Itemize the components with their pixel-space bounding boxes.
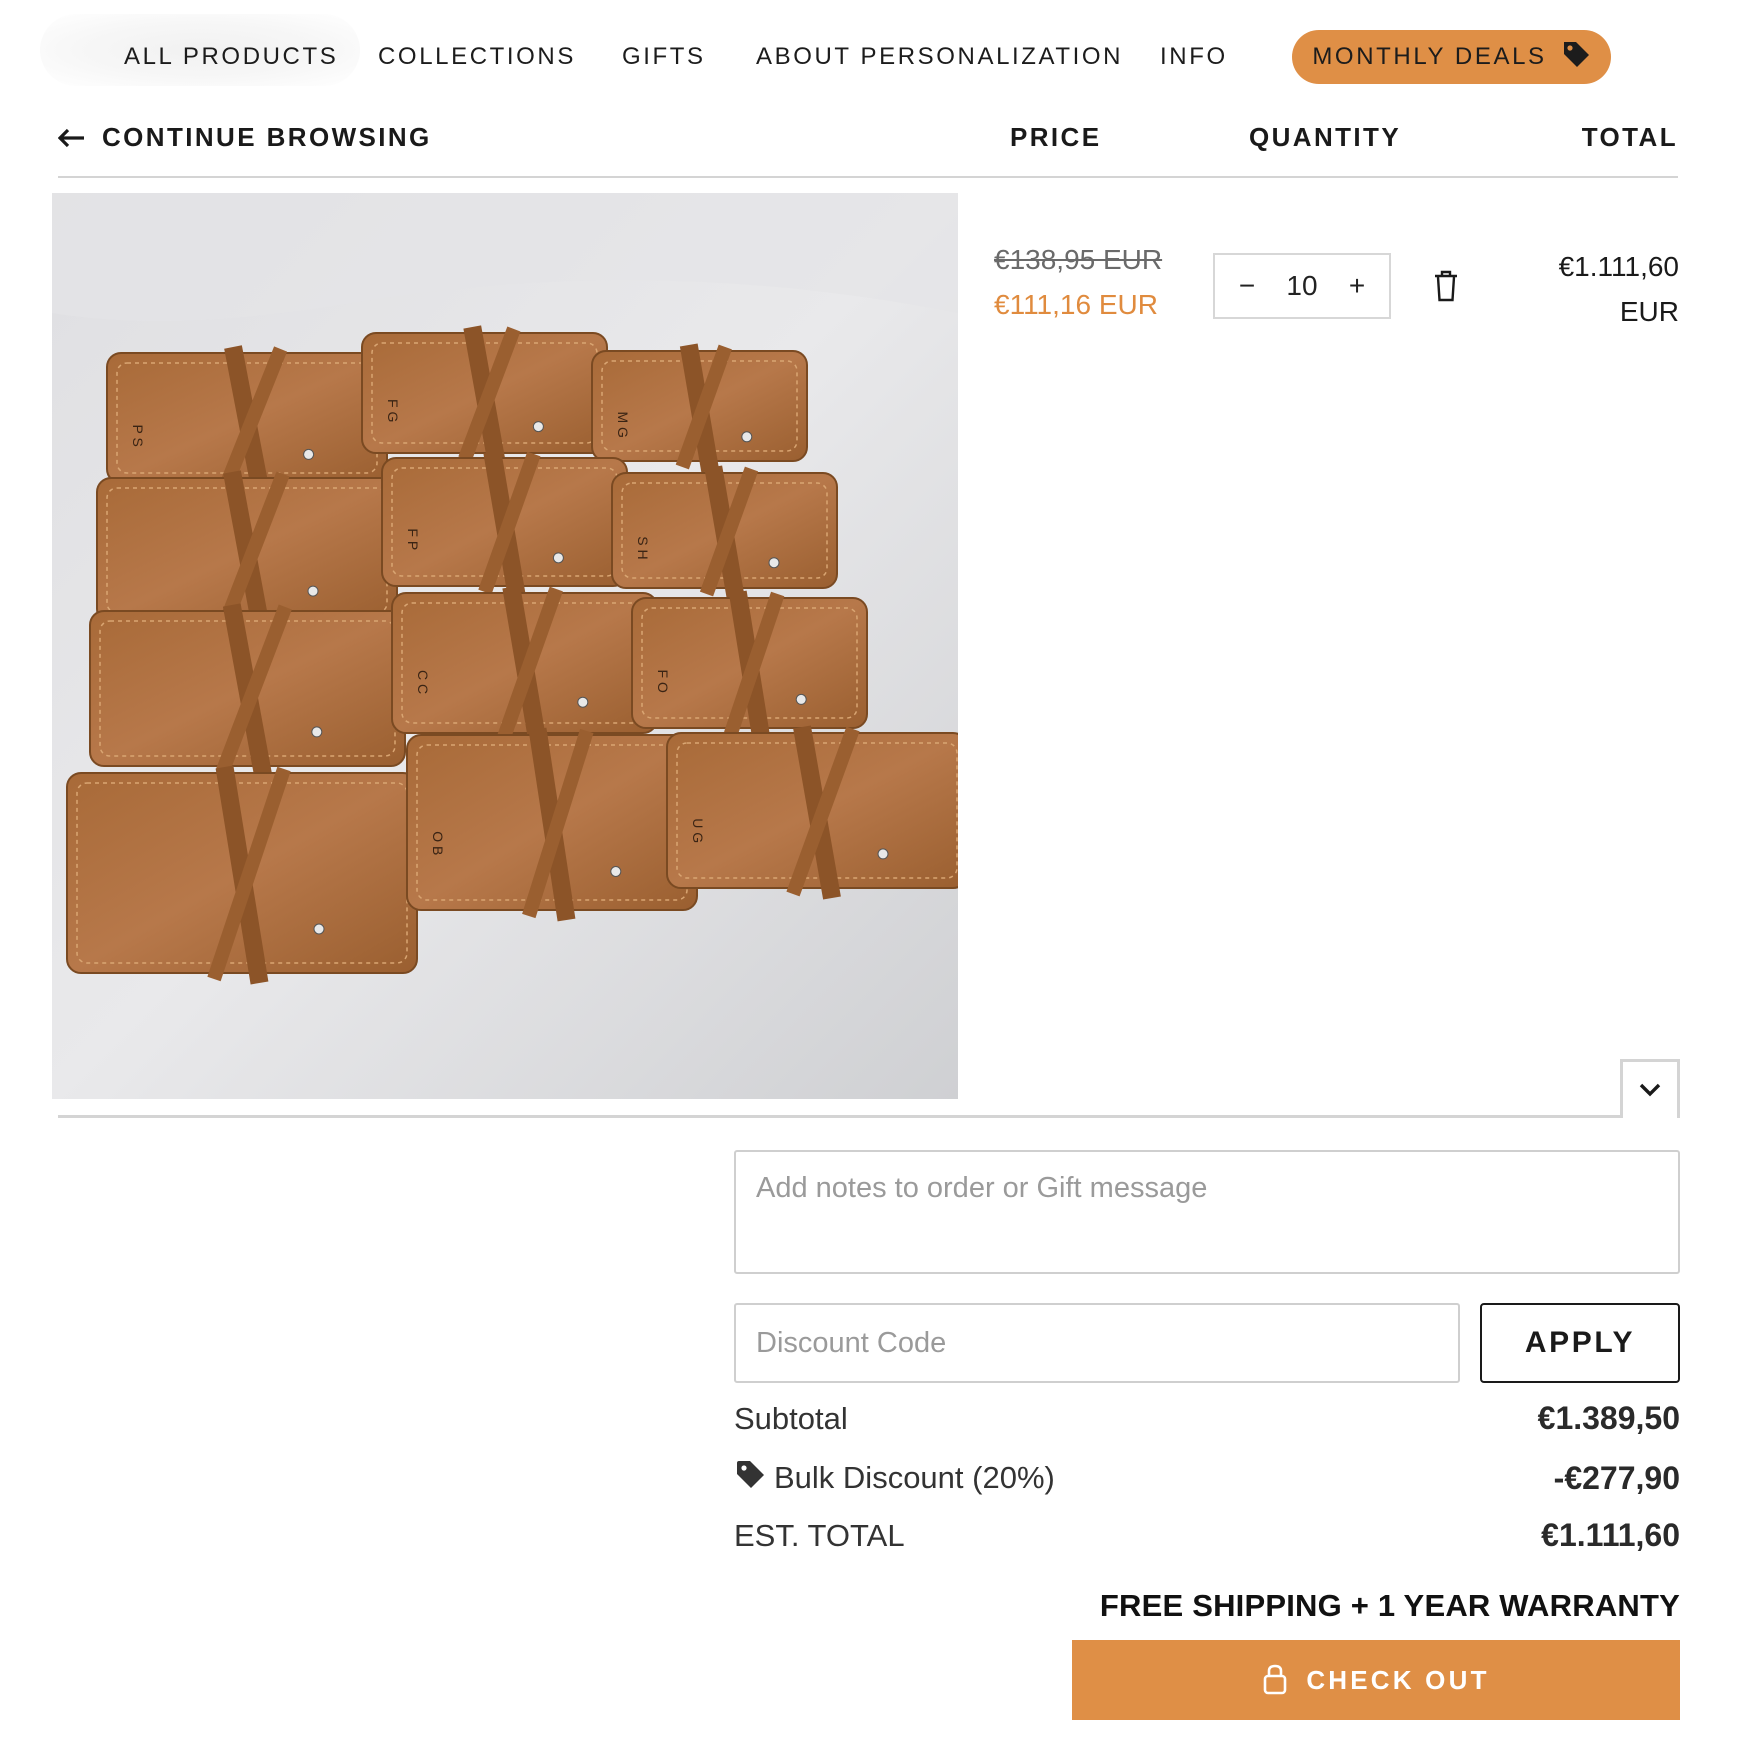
line-total-currency: EUR — [1619, 296, 1679, 327]
leather-pouch: U G — [666, 725, 958, 900]
product-image[interactable]: P S F G M G F P S H C C F O O B U G — [52, 193, 958, 1099]
lock-icon — [1262, 1663, 1288, 1698]
leather-pouch: P S — [106, 345, 388, 495]
total-column-header: TOTAL — [1581, 122, 1678, 152]
pouch-initials: U G — [690, 818, 706, 843]
subtotal-value: €1.389,50 — [1537, 1400, 1680, 1436]
price-column-header: PRICE — [1010, 122, 1102, 152]
apply-discount-button[interactable]: APPLY — [1480, 1303, 1680, 1383]
quantity-value[interactable]: 10 — [1286, 270, 1317, 302]
continue-browsing-link[interactable]: CONTINUE BROWSING — [57, 122, 432, 153]
checkout-label: CHECK OUT — [1306, 1664, 1490, 1695]
original-price: €138,95 EUR — [994, 244, 1163, 275]
subtotal-row: Subtotal €1.389,50 — [734, 1400, 1680, 1437]
leather-pouch — [66, 765, 418, 985]
pouch-initials: C C — [415, 670, 431, 694]
leather-pouch: M G — [591, 343, 808, 473]
chevron-down-icon[interactable] — [1620, 1059, 1680, 1118]
quantity-column-header: QUANTITY — [1249, 122, 1402, 152]
discount-row: Bulk Discount (20%) -€277,90 — [734, 1458, 1680, 1498]
pouch-initials: F P — [405, 528, 421, 550]
arrow-left-icon — [57, 128, 86, 148]
pouch-initials: O B — [430, 831, 446, 855]
pouch-initials: M G — [615, 412, 631, 438]
discount-code-input[interactable] — [734, 1303, 1460, 1383]
pouch-initials: P S — [130, 425, 146, 447]
leather-pouch: S H — [611, 465, 838, 600]
nav-item-about-personalization[interactable]: ABOUT PERSONALIZATION — [756, 43, 1123, 71]
discount-value: -€277,90 — [1553, 1459, 1680, 1496]
price-tag-icon — [1561, 39, 1591, 69]
estimated-total-row: EST. TOTAL €1.111,60 — [734, 1517, 1680, 1554]
shipping-note: FREE SHIPPING + 1 YEAR WARRANTY — [1099, 1588, 1680, 1623]
increase-quantity-button[interactable]: + — [1345, 270, 1369, 302]
leather-pouch: O B — [406, 727, 698, 922]
cart-header: CONTINUE BROWSING PRICE QUANTITY TOTAL — [57, 118, 1678, 178]
discount-label: Bulk Discount (20%) — [774, 1460, 1055, 1495]
checkout-button[interactable]: CHECK OUT — [1072, 1640, 1680, 1720]
pouch-initials: S H — [635, 536, 651, 559]
leather-pouch — [89, 603, 406, 778]
line-total-amount: €1.111,60 — [1558, 251, 1679, 282]
line-item-divider — [58, 1115, 1620, 1118]
nav-item-collections[interactable]: COLLECTIONS — [378, 43, 576, 71]
leather-pouch: F G — [361, 325, 608, 465]
leather-pouch: F O — [631, 590, 868, 740]
sale-price: €111,16 EUR — [994, 289, 1158, 320]
decrease-quantity-button[interactable]: − — [1235, 270, 1259, 302]
estimated-total-label: EST. TOTAL — [734, 1517, 905, 1553]
leather-pouch: C C — [391, 585, 658, 745]
monthly-deals-button[interactable]: MONTHLY DEALS — [1292, 30, 1611, 84]
discount-tag-icon — [734, 1458, 766, 1498]
pouch-initials: F O — [655, 670, 671, 693]
nav-item-gifts[interactable]: GIFTS — [622, 43, 706, 71]
leather-pouch — [96, 470, 398, 635]
estimated-total-value: €1.111,60 — [1541, 1517, 1680, 1553]
quantity-stepper: − 10 + — [1213, 253, 1391, 319]
leather-pouch: F P — [381, 450, 628, 598]
monthly-deals-label: MONTHLY DEALS — [1312, 43, 1547, 70]
subtotal-label: Subtotal — [734, 1400, 848, 1436]
top-navigation: ALL PRODUCTS COLLECTIONS GIFTS ABOUT PER… — [0, 0, 1751, 110]
trash-icon[interactable] — [1432, 269, 1460, 303]
pouch-initials: F G — [385, 399, 401, 422]
continue-browsing-label: CONTINUE BROWSING — [102, 122, 432, 152]
nav-item-info[interactable]: INFO — [1160, 43, 1228, 71]
order-notes-field[interactable] — [734, 1150, 1680, 1274]
nav-item-all-products[interactable]: ALL PRODUCTS — [124, 43, 338, 71]
line-item-total: €1.111,60 EUR — [1479, 244, 1679, 334]
